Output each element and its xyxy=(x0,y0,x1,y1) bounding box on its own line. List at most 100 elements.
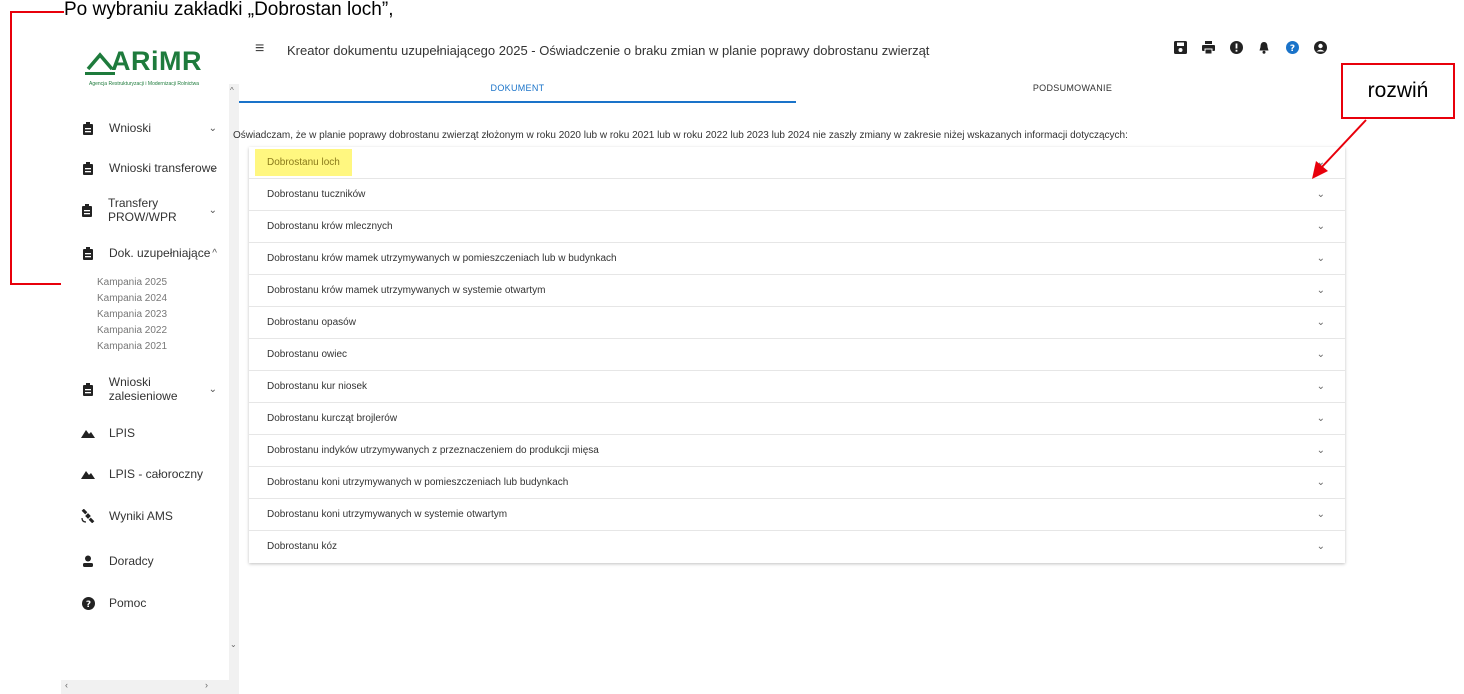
sidebar-item-wnioski-zalesieniowe[interactable]: Wnioski zalesieniowe ⌄ xyxy=(81,375,221,403)
accordion-item[interactable]: Dobrostanu kurcząt brojlerów ⌄ xyxy=(249,403,1345,435)
bell-icon[interactable] xyxy=(1257,41,1271,55)
alert-icon[interactable] xyxy=(1229,41,1243,55)
accordion-item[interactable]: Dobrostanu kur niosek ⌄ xyxy=(249,371,1345,403)
annotation-line-top xyxy=(10,11,64,13)
accordion-item[interactable]: Dobrostanu koni utrzymywanych w systemie… xyxy=(249,499,1345,531)
sidebar-item-transfery[interactable]: Transfery PROW/WPR ⌄ xyxy=(81,196,221,224)
tab-dokument[interactable]: DOKUMENT xyxy=(239,77,796,103)
chevron-down-icon[interactable]: ⌄ xyxy=(1317,445,1325,456)
chevron-down-icon[interactable]: ⌄ xyxy=(1317,477,1325,488)
help-icon[interactable]: ? xyxy=(1285,41,1299,55)
sidebar-item-label: Wnioski xyxy=(109,121,152,135)
sidebar-item-dok-uzupelniajace[interactable]: Dok. uzupełniające ^ xyxy=(81,243,221,263)
scroll-down-icon[interactable]: ⌄ xyxy=(230,640,237,649)
sidebar-subitem-kampania-2022[interactable]: Kampania 2022 xyxy=(97,325,167,336)
print-icon[interactable] xyxy=(1201,41,1215,55)
terrain-icon xyxy=(81,426,95,440)
chevron-down-icon: ⌄ xyxy=(208,204,217,216)
accordion-item-label: Dobrostanu krów mamek utrzymywanych w po… xyxy=(267,253,617,264)
accordion-item-label: Dobrostanu krów mlecznych xyxy=(267,221,393,232)
accordion-item-loch[interactable]: Dobrostanu loch ⌄ xyxy=(249,147,1345,179)
annotation-line-vertical xyxy=(10,11,12,285)
accordion-item-label: Dobrostanu loch xyxy=(255,149,352,176)
sidebar-item-wnioski-transferowe[interactable]: Wnioski transferowe ⌄ xyxy=(81,158,221,178)
chevron-down-icon[interactable]: ⌄ xyxy=(1317,349,1325,360)
scroll-up-icon[interactable]: ^ xyxy=(230,86,234,95)
chevron-down-icon[interactable]: ⌄ xyxy=(1317,381,1325,392)
accordion-item[interactable]: Dobrostanu krów mlecznych ⌄ xyxy=(249,211,1345,243)
accordion-item[interactable]: Dobrostanu kóz ⌄ xyxy=(249,531,1345,563)
sidebar-item-label: Doradcy xyxy=(109,554,154,568)
sidebar-item-label: Wyniki AMS xyxy=(109,509,173,523)
accordion-item[interactable]: Dobrostanu krów mamek utrzymywanych w po… xyxy=(249,243,1345,275)
person-icon xyxy=(81,554,95,568)
sidebar-subitem-kampania-2021[interactable]: Kampania 2021 xyxy=(97,341,167,352)
help-icon: ? xyxy=(81,596,95,610)
svg-text:?: ? xyxy=(1289,44,1294,54)
accordion-item-label: Dobrostanu krów mamek utrzymywanych w sy… xyxy=(267,285,546,296)
chevron-down-icon: ⌄ xyxy=(208,383,217,395)
chevron-down-icon[interactable]: ⌄ xyxy=(1317,189,1325,200)
sidebar-item-pomoc[interactable]: ? Pomoc xyxy=(81,593,221,613)
satellite-icon xyxy=(81,509,95,523)
chevron-down-icon[interactable]: ⌄ xyxy=(1317,509,1325,520)
sidebar-subitem-kampania-2025[interactable]: Kampania 2025 xyxy=(97,277,167,288)
accordion-item-label: Dobrostanu opasów xyxy=(267,317,356,328)
accordion-item-label: Dobrostanu koni utrzymywanych w systemie… xyxy=(267,509,508,520)
top-bar: ≡ Kreator dokumentu uzupełniającego 2025… xyxy=(239,30,1349,72)
accordion-item[interactable]: Dobrostanu opasów ⌄ xyxy=(249,307,1345,339)
clipboard-icon xyxy=(81,203,94,217)
arimr-logo: ARiMR Agencja Restrukturyzacji i Moderni… xyxy=(85,46,225,92)
accordion-item[interactable]: Dobrostanu indyków utrzymywanych z przez… xyxy=(249,435,1345,467)
sidebar-subitem-kampania-2023[interactable]: Kampania 2023 xyxy=(97,309,167,320)
sidebar-item-label: Transfery PROW/WPR xyxy=(107,196,177,224)
accordion-item[interactable]: Dobrostanu krów mamek utrzymywanych w sy… xyxy=(249,275,1345,307)
accordion-item[interactable]: Dobrostanu tuczników ⌄ xyxy=(249,179,1345,211)
sidebar-item-label: LPIS - całoroczny xyxy=(109,467,204,481)
document-tabs: DOKUMENT PODSUMOWANIE xyxy=(239,77,1349,103)
chevron-down-icon[interactable]: ⌄ xyxy=(1317,541,1325,552)
chevron-down-icon[interactable]: ⌄ xyxy=(1317,285,1325,296)
menu-icon[interactable]: ≡ xyxy=(255,40,264,58)
sidebar-horizontal-scrollbar[interactable]: ‹ › xyxy=(61,680,239,694)
tab-podsumowanie[interactable]: PODSUMOWANIE xyxy=(796,77,1349,103)
account-icon[interactable] xyxy=(1313,41,1327,55)
accordion-item-label: Dobrostanu kóz xyxy=(267,541,338,552)
sidebar-item-label: Dok. uzupełniające xyxy=(109,246,211,260)
animal-welfare-accordion: Dobrostanu loch ⌄ Dobrostanu tuczników ⌄ … xyxy=(249,147,1345,563)
sidebar-item-wyniki-ams[interactable]: Wyniki AMS xyxy=(81,506,221,526)
accordion-item-label: Dobrostanu owiec xyxy=(267,349,348,360)
clipboard-icon xyxy=(81,246,95,260)
clipboard-icon xyxy=(81,382,95,396)
sidebar-item-lpis-caloroczny[interactable]: LPIS - całoroczny xyxy=(81,464,221,484)
save-icon[interactable] xyxy=(1173,41,1187,55)
sidebar-item-label: Wnioski transferowe xyxy=(109,161,218,175)
chevron-down-icon[interactable]: ⌄ xyxy=(1317,253,1325,264)
sidebar: ARiMR Agencja Restrukturyzacji i Moderni… xyxy=(61,30,239,694)
annotation-arrow-diagonal xyxy=(1312,119,1367,179)
accordion-item[interactable]: Dobrostanu owiec ⌄ xyxy=(249,339,1345,371)
sidebar-item-label: LPIS xyxy=(109,426,136,440)
sidebar-item-doradcy[interactable]: Doradcy xyxy=(81,551,221,571)
accordion-item-label: Dobrostanu tuczników xyxy=(267,189,366,200)
svg-text:?: ? xyxy=(85,600,90,610)
declaration-text: Oświadczam, że w planie poprawy dobrosta… xyxy=(233,130,1128,141)
accordion-item-label: Dobrostanu kurcząt brojlerów xyxy=(267,413,398,424)
annotation-caption: Po wybraniu zakładki „Dobrostan loch”, xyxy=(64,0,394,20)
logo-text: ARiMR xyxy=(111,46,202,76)
logo-subtitle: Agencja Restrukturyzacji i Modernizacji … xyxy=(89,81,200,87)
sidebar-item-wnioski[interactable]: Wnioski ⌄ xyxy=(81,118,221,138)
accordion-item[interactable]: Dobrostanu koni utrzymywanych w pomieszc… xyxy=(249,467,1345,499)
terrain-icon xyxy=(81,467,95,481)
chevron-down-icon[interactable]: ⌄ xyxy=(1317,221,1325,232)
sidebar-item-label: Wnioski zalesieniowe xyxy=(108,375,178,403)
clipboard-icon xyxy=(81,161,95,175)
sidebar-vertical-scrollbar[interactable]: ^ ⌄ xyxy=(229,84,239,680)
sidebar-item-lpis[interactable]: LPIS xyxy=(81,423,221,443)
clipboard-icon xyxy=(81,121,95,135)
sidebar-subitem-kampania-2024[interactable]: Kampania 2024 xyxy=(97,293,167,304)
annotation-box: rozwiń xyxy=(1341,63,1455,119)
accordion-item-label: Dobrostanu kur niosek xyxy=(267,381,368,392)
chevron-down-icon[interactable]: ⌄ xyxy=(1317,317,1325,328)
chevron-down-icon[interactable]: ⌄ xyxy=(1317,413,1325,424)
